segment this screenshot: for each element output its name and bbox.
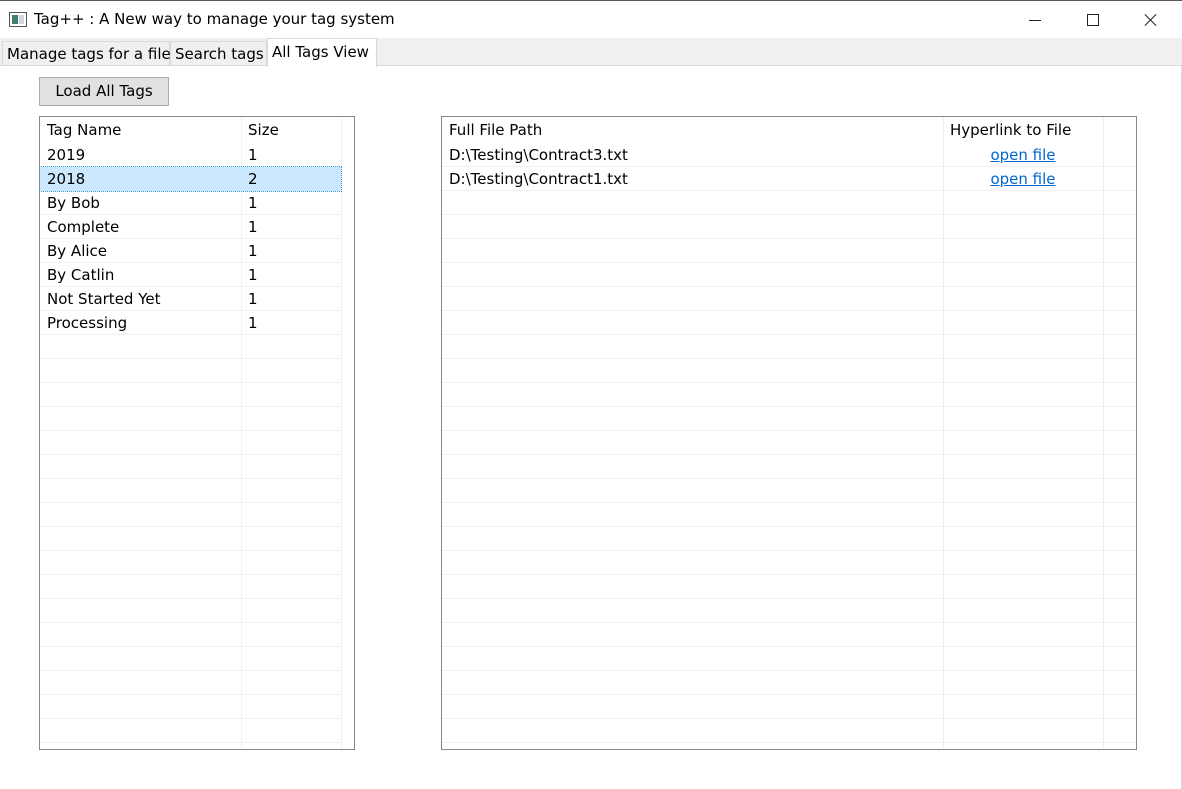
row-divider: [40, 526, 341, 527]
open-file-link[interactable]: open file: [943, 143, 1103, 167]
table-row[interactable]: Processing 1: [40, 311, 341, 335]
column-divider: [341, 117, 342, 749]
files-table[interactable]: Full File Path Hyperlink to File D:\Testin…: [441, 116, 1137, 750]
row-divider: [442, 430, 1136, 431]
table-row[interactable]: D:\Testing\Contract1.txt open file: [442, 167, 1136, 191]
close-icon: [1144, 13, 1158, 27]
close-button[interactable]: [1122, 1, 1180, 39]
tag-size-cell: 1: [248, 266, 258, 284]
row-divider: [442, 238, 1136, 239]
row-divider: [442, 310, 1136, 311]
load-all-tags-button[interactable]: Load All Tags: [39, 77, 169, 106]
file-path-cell: D:\Testing\Contract1.txt: [449, 170, 628, 188]
row-divider: [442, 214, 1136, 215]
row-divider: [442, 598, 1136, 599]
minimize-icon: [1029, 19, 1041, 21]
row-divider: [40, 406, 341, 407]
tag-size-cell: 1: [248, 218, 258, 236]
column-header[interactable]: Full File Path: [442, 118, 943, 142]
row-divider: [442, 694, 1136, 695]
row-divider: [40, 742, 341, 743]
row-divider: [40, 550, 341, 551]
tag-size-cell: 1: [248, 194, 258, 212]
row-divider: [40, 430, 341, 431]
row-divider: [442, 382, 1136, 383]
column-header[interactable]: Tag Name: [40, 118, 241, 142]
row-divider: [40, 646, 341, 647]
table-header: Tag Name Size: [40, 118, 341, 142]
row-divider: [442, 286, 1136, 287]
row-divider: [442, 262, 1136, 263]
tag-name-cell: 2018: [47, 170, 86, 188]
table-row[interactable]: By Bob 1: [40, 191, 341, 215]
maximize-button[interactable]: [1064, 1, 1122, 39]
tag-size-cell: 1: [248, 314, 258, 332]
row-divider: [442, 478, 1136, 479]
tag-name-cell: By Bob: [47, 194, 100, 212]
row-divider: [40, 718, 341, 719]
column-header[interactable]: Size: [241, 118, 341, 142]
row-divider: [40, 598, 341, 599]
table-row[interactable]: Complete 1: [40, 215, 341, 239]
column-header[interactable]: Hyperlink to File: [943, 118, 1103, 142]
row-divider: [40, 478, 341, 479]
tag-size-cell: 1: [248, 146, 258, 164]
row-divider: [442, 718, 1136, 719]
row-divider: [442, 334, 1136, 335]
table-row[interactable]: 2019 1: [40, 143, 341, 167]
row-divider: [40, 694, 341, 695]
tag-name-cell: By Alice: [47, 242, 108, 260]
tab-strip: Manage tags for a file Search tags All T…: [0, 38, 1182, 67]
column-divider: [1103, 117, 1104, 749]
tag-name-cell: By Catlin: [47, 266, 115, 284]
open-file-link[interactable]: open file: [943, 167, 1103, 191]
row-divider: [442, 454, 1136, 455]
column-divider: [943, 117, 944, 749]
row-divider: [442, 406, 1136, 407]
maximize-icon: [1087, 14, 1099, 26]
row-divider: [442, 670, 1136, 671]
row-divider: [442, 526, 1136, 527]
row-divider: [442, 358, 1136, 359]
row-divider: [40, 502, 341, 503]
table-row[interactable]: By Catlin 1: [40, 263, 341, 287]
tag-name-cell: Complete: [47, 218, 120, 236]
row-divider: [442, 502, 1136, 503]
file-path-cell: D:\Testing\Contract3.txt: [449, 146, 628, 164]
row-divider: [40, 670, 341, 671]
table-row[interactable]: By Alice 1: [40, 239, 341, 263]
row-divider: [442, 646, 1136, 647]
row-divider: [40, 454, 341, 455]
title-bar: Tag++ : A New way to manage your tag sys…: [0, 0, 1182, 38]
tag-name-cell: 2019: [47, 146, 86, 164]
tab-manage-tags[interactable]: Manage tags for a file: [2, 41, 171, 66]
row-divider: [40, 574, 341, 575]
row-divider: [40, 622, 341, 623]
row-divider: [442, 742, 1136, 743]
app-icon: [9, 12, 27, 27]
table-header: Full File Path Hyperlink to File: [442, 118, 1136, 142]
table-row[interactable]: D:\Testing\Contract3.txt open file: [442, 143, 1136, 167]
tag-size-cell: 1: [248, 290, 258, 308]
tab-all-tags-view[interactable]: All Tags View: [267, 38, 377, 67]
row-divider: [40, 382, 341, 383]
window-title: Tag++ : A New way to manage your tag sys…: [34, 10, 395, 28]
tag-size-cell: 1: [248, 242, 258, 260]
row-divider: [40, 358, 341, 359]
tag-name-cell: Processing: [47, 314, 128, 332]
minimize-button[interactable]: [1006, 1, 1064, 39]
tag-name-cell: Not Started Yet: [47, 290, 161, 308]
tag-size-cell: 2: [248, 170, 258, 188]
table-row[interactable]: 2018 2: [40, 166, 342, 192]
tab-search-tags[interactable]: Search tags: [170, 41, 267, 66]
row-divider: [442, 574, 1136, 575]
row-divider: [442, 550, 1136, 551]
tags-table[interactable]: Tag Name Size 2019 1 2018 2 By Bob 1 Complete 1 By…: [39, 116, 355, 750]
table-row[interactable]: Not Started Yet 1: [40, 287, 341, 311]
row-divider: [442, 622, 1136, 623]
